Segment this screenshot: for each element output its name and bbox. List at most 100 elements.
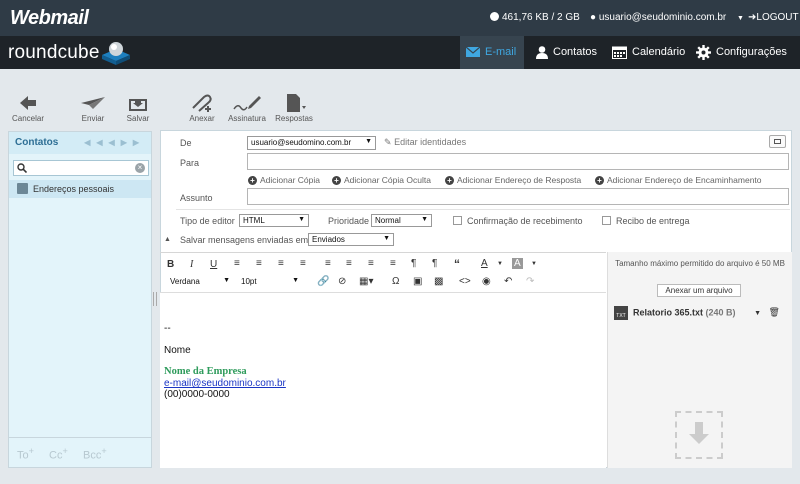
editor-type-label: Tipo de editor xyxy=(180,216,235,226)
italic-icon[interactable]: I xyxy=(190,259,193,270)
add-replyto-link-label: Adicionar Endereço de Resposta xyxy=(457,175,582,185)
signature-email-link[interactable]: e-mail@seudominio.com.br xyxy=(164,378,286,389)
nav-settings[interactable]: Configurações xyxy=(690,36,798,69)
trash-icon[interactable]: 🗑 xyxy=(769,307,780,317)
ltr-icon[interactable]: ¶ xyxy=(411,258,416,269)
blockquote-icon[interactable]: “ xyxy=(454,257,460,271)
dsn-label: Recibo de entrega xyxy=(616,216,690,226)
contacts-title: Contatos xyxy=(15,137,59,148)
to-input[interactable] xyxy=(247,153,789,170)
bold-icon[interactable]: B xyxy=(167,259,174,270)
edit-identities-label: Editar identidades xyxy=(394,137,467,147)
user-email: usuario@seudominio.com.br xyxy=(598,12,727,23)
chevron-down-icon[interactable]: ▼ xyxy=(497,261,503,267)
contacts-panel: Contatos ◀◀◀▶▶ × Endereços pessoais To+ … xyxy=(8,131,152,468)
signature-button[interactable]: Assinatura xyxy=(226,94,268,123)
add-to-button[interactable]: To+ xyxy=(17,446,34,462)
document-icon xyxy=(287,94,306,112)
chevron-down-icon[interactable]: ▼ xyxy=(531,261,537,267)
underline-icon[interactable]: U xyxy=(210,259,217,270)
collapse-options-icon[interactable]: ▲ xyxy=(164,236,171,243)
editor-top-border xyxy=(160,252,606,253)
nav-contacts-label: Contatos xyxy=(553,46,598,58)
pencil-icon: ✎ xyxy=(384,137,392,147)
editor-type-select[interactable]: HTML ▼ xyxy=(239,214,309,227)
attach-file-button[interactable]: Anexar um arquivo xyxy=(657,284,741,297)
add-followupto-link[interactable]: + Adicionar Endereço de Encaminhamento xyxy=(595,175,762,185)
align-right-icon[interactable]: ≡ xyxy=(278,258,284,269)
logout-button[interactable]: ➜LOGOUT xyxy=(748,12,799,23)
edit-identities-link[interactable]: ✎ Editar identidades xyxy=(384,137,466,148)
indent-icon[interactable]: ≡ xyxy=(390,258,396,269)
from-select[interactable]: usuario@seudomino.com.br ▼ xyxy=(247,136,376,150)
chevron-down-icon: ▼ xyxy=(298,216,305,223)
drop-zone[interactable] xyxy=(675,411,723,459)
contacts-pagination[interactable]: ◀◀◀▶▶ xyxy=(84,138,145,147)
redo-icon[interactable]: ↷ xyxy=(526,276,534,287)
add-cc-button[interactable]: Cc+ xyxy=(49,446,68,462)
to-label: Para xyxy=(180,158,200,168)
save-sent-select[interactable]: Enviados ▼ xyxy=(308,233,394,246)
priority-select[interactable]: Normal ▼ xyxy=(371,214,432,227)
contacts-search-input[interactable]: × xyxy=(13,160,149,176)
attach-button[interactable]: Anexar xyxy=(186,94,218,123)
outdent-icon[interactable]: ≡ xyxy=(368,258,374,269)
add-bcc-link[interactable]: + Adicionar Cópia Oculta xyxy=(332,175,431,185)
font-size-select[interactable]: 10pt ▼ xyxy=(238,276,302,289)
dsn-checkbox[interactable] xyxy=(602,216,611,225)
mdn-checkbox[interactable] xyxy=(453,216,462,225)
responses-button[interactable]: Respostas xyxy=(273,94,315,123)
maximize-icon[interactable] xyxy=(769,135,786,148)
image-icon[interactable]: ▣ xyxy=(413,276,422,287)
save-sent-label: Salvar mensagens enviadas em xyxy=(180,235,309,245)
nav-calendar[interactable]: Calendário xyxy=(606,36,686,69)
bullet-list-icon[interactable]: ≡ xyxy=(325,258,331,269)
add-bcc-button[interactable]: Bcc+ xyxy=(83,446,107,462)
editor-type-value: HTML xyxy=(243,216,265,225)
numbered-list-icon[interactable]: ≡ xyxy=(346,258,352,269)
nav-contacts[interactable]: Contatos xyxy=(530,36,604,69)
chevron-down-icon[interactable]: ▼ xyxy=(754,310,761,317)
add-cc-link-label: Adicionar Cópia xyxy=(260,175,321,185)
search-reset-icon[interactable]: × xyxy=(135,163,145,173)
panel-splitter[interactable] xyxy=(153,292,157,306)
table-icon[interactable]: ▦▾ xyxy=(359,276,373,287)
attach-label: Anexar xyxy=(189,114,215,123)
code-icon[interactable]: <> xyxy=(459,276,471,287)
align-center-icon[interactable]: ≡ xyxy=(256,258,262,269)
font-family-select[interactable]: Verdana ▼ xyxy=(167,276,233,289)
rtl-icon[interactable]: ¶ xyxy=(432,258,437,269)
calendar-icon xyxy=(612,46,627,59)
send-button[interactable]: Enviar xyxy=(76,94,110,123)
chevron-down-icon: ▼ xyxy=(421,216,428,223)
search-icon xyxy=(17,163,27,173)
person-icon xyxy=(536,45,548,59)
find-replace-icon[interactable]: ◉ xyxy=(482,276,491,287)
media-icon[interactable]: ▩ xyxy=(434,276,443,287)
add-cc-label: Cc xyxy=(49,449,63,462)
undo-icon[interactable]: ↶ xyxy=(504,276,512,287)
link-icon[interactable]: 🔗 xyxy=(317,276,329,287)
save-button[interactable]: Salvar xyxy=(122,94,154,123)
addressbook-item[interactable]: Endereços pessoais xyxy=(9,180,151,198)
subject-input[interactable] xyxy=(247,188,789,205)
chevron-down-icon: ▼ xyxy=(292,277,299,284)
unlink-icon[interactable]: ⊘ xyxy=(338,276,346,287)
special-char-icon[interactable]: Ω xyxy=(392,276,399,287)
text-color-icon[interactable]: A xyxy=(481,258,488,269)
signature-label: Assinatura xyxy=(228,114,266,123)
gear-icon xyxy=(696,44,711,60)
user-menu[interactable]: ● usuario@seudominio.com.br ▼ xyxy=(590,12,744,23)
attachment-item[interactable]: TXT Relatorio 365.txt (240 B) ▼ 🗑 xyxy=(614,306,780,320)
background-color-icon[interactable]: A xyxy=(512,258,523,269)
align-left-icon[interactable]: ≡ xyxy=(234,258,240,269)
signature-company: Nome da Empresa xyxy=(164,366,247,377)
recipient-buttons: To+ Cc+ Bcc+ xyxy=(9,437,151,467)
nav-email[interactable]: E-mail xyxy=(460,36,524,69)
add-replyto-link[interactable]: + Adicionar Endereço de Resposta xyxy=(445,175,581,185)
roundcube-logo-icon xyxy=(102,42,130,65)
align-justify-icon[interactable]: ≡ xyxy=(300,258,306,269)
cancel-button[interactable]: Cancelar xyxy=(10,94,46,123)
add-cc-link[interactable]: + Adicionar Cópia xyxy=(248,175,320,185)
plus-icon: + xyxy=(248,176,257,185)
